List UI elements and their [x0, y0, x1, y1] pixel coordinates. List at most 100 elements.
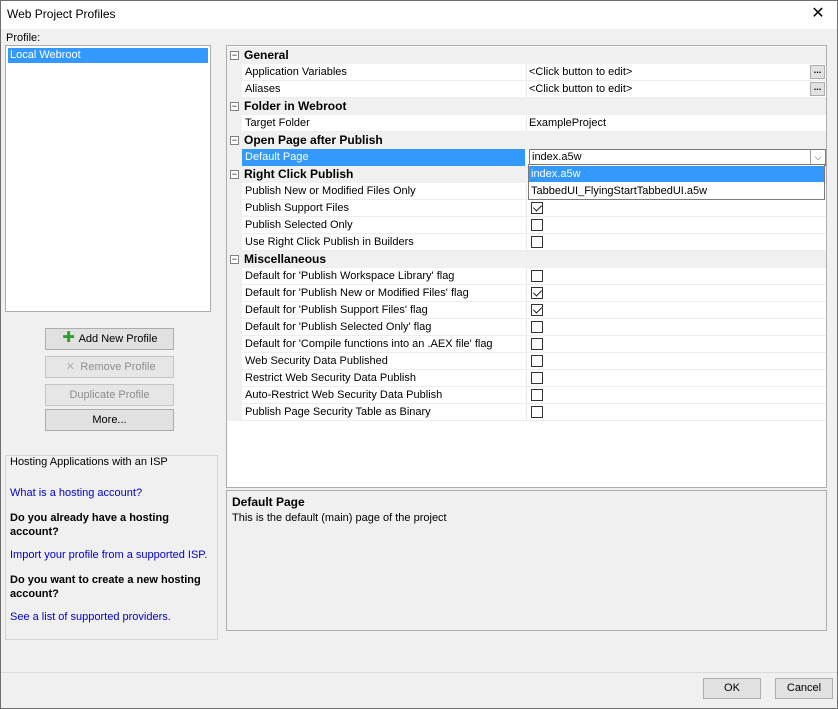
row-gutter — [227, 370, 242, 387]
prop-row-application-variables[interactable]: Application Variables <Click button to e… — [227, 64, 826, 81]
prop-name: Application Variables — [245, 66, 347, 78]
prop-name: Use Right Click Publish in Builders — [245, 236, 414, 248]
checkbox[interactable] — [531, 406, 543, 418]
ok-label: OK — [724, 682, 740, 694]
row-gutter — [227, 217, 242, 234]
collapse-icon[interactable]: − — [230, 102, 239, 111]
collapse-icon[interactable]: − — [230, 255, 239, 264]
prop-name: Default for 'Publish Support Files' flag — [245, 304, 428, 316]
category-label: Right Click Publish — [244, 167, 354, 181]
prop-row-misc-9[interactable]: Publish Page Security Table as Binary — [227, 404, 826, 421]
checkbox[interactable] — [531, 236, 543, 248]
ok-button[interactable]: OK — [703, 678, 761, 699]
ellipsis-button[interactable]: ... — [810, 82, 825, 96]
remove-profile-label: Remove Profile — [80, 361, 156, 373]
prop-name: Publish Page Security Table as Binary — [245, 406, 431, 418]
add-profile-label: Add New Profile — [78, 333, 158, 345]
chevron-down-icon[interactable]: ⌵ — [810, 150, 825, 165]
prop-row-aliases[interactable]: Aliases <Click button to edit> ... — [227, 81, 826, 98]
prop-row-publish-support[interactable]: Publish Support Files — [227, 200, 826, 217]
row-gutter — [227, 64, 242, 81]
hosting-account-link[interactable]: What is a hosting account? — [10, 487, 142, 499]
prop-row-misc-7[interactable]: Restrict Web Security Data Publish — [227, 370, 826, 387]
category-folder[interactable]: − Folder in Webroot — [227, 98, 826, 115]
hosting-question-existing: Do you already have a hosting account? — [10, 512, 169, 538]
column-divider — [526, 64, 527, 81]
cancel-label: Cancel — [786, 682, 822, 694]
prop-name: Web Security Data Published — [245, 355, 388, 367]
prop-name: Default for 'Publish Selected Only' flag — [245, 321, 432, 333]
row-gutter — [227, 149, 242, 166]
checkbox[interactable] — [531, 372, 543, 384]
close-icon[interactable]: ✕ — [807, 4, 829, 24]
prop-name-selected: Default Page — [242, 149, 525, 166]
column-divider — [526, 404, 527, 421]
prop-name: Target Folder — [245, 117, 310, 129]
checkbox[interactable] — [531, 287, 543, 299]
collapse-icon[interactable]: − — [230, 170, 239, 179]
prop-row-use-right-click[interactable]: Use Right Click Publish in Builders — [227, 234, 826, 251]
category-misc[interactable]: − Miscellaneous — [227, 251, 826, 268]
row-gutter — [227, 302, 242, 319]
prop-row-misc-5[interactable]: Default for 'Compile functions into an .… — [227, 336, 826, 353]
duplicate-profile-button[interactable]: Duplicate Profile — [45, 384, 174, 406]
ellipsis-button[interactable]: ... — [810, 65, 825, 79]
profile-list[interactable]: Local Webroot — [5, 45, 211, 312]
checkbox[interactable] — [531, 219, 543, 231]
cancel-button[interactable]: Cancel — [775, 678, 833, 699]
prop-value[interactable]: ExampleProject — [529, 117, 809, 132]
column-divider — [526, 115, 527, 132]
checkbox[interactable] — [531, 202, 543, 214]
import-profile-link[interactable]: Import your profile from a supported ISP… — [10, 549, 207, 561]
supported-providers-link[interactable]: See a list of supported providers. — [10, 611, 171, 623]
hosting-question-new: Do you want to create a new hosting acco… — [10, 574, 201, 600]
row-gutter — [227, 319, 242, 336]
prop-row-misc-2[interactable]: Default for 'Publish New or Modified Fil… — [227, 285, 826, 302]
column-divider — [526, 200, 527, 217]
remove-profile-button[interactable]: ✕ Remove Profile — [45, 356, 174, 378]
column-divider — [526, 336, 527, 353]
more-button[interactable]: More... — [45, 409, 174, 431]
checkbox[interactable] — [531, 389, 543, 401]
prop-row-misc-3[interactable]: Default for 'Publish Support Files' flag — [227, 302, 826, 319]
collapse-icon[interactable]: − — [230, 51, 239, 60]
category-general[interactable]: − General — [227, 47, 826, 64]
row-divider — [242, 420, 826, 421]
checkbox[interactable] — [531, 355, 543, 367]
row-gutter — [227, 387, 242, 404]
category-open-page[interactable]: − Open Page after Publish — [227, 132, 826, 149]
prop-name: Aliases — [245, 83, 281, 95]
row-gutter — [227, 234, 242, 251]
default-page-dropdown[interactable]: index.a5w TabbedUI_FlyingStartTabbedUI.a… — [528, 164, 825, 200]
dropdown-option[interactable]: index.a5w — [529, 166, 824, 182]
remove-icon: ✕ — [65, 361, 75, 373]
checkbox[interactable] — [531, 321, 543, 333]
row-gutter — [227, 404, 242, 421]
description-panel: Default Page This is the default (main) … — [226, 490, 827, 631]
column-divider — [526, 353, 527, 370]
row-gutter — [227, 268, 242, 285]
prop-row-misc-6[interactable]: Web Security Data Published — [227, 353, 826, 370]
description-title: Default Page — [232, 495, 305, 509]
window-title: Web Project Profiles — [7, 7, 116, 21]
checkbox[interactable] — [531, 338, 543, 350]
prop-row-misc-1[interactable]: Default for 'Publish Workspace Library' … — [227, 268, 826, 285]
row-gutter — [227, 115, 242, 132]
prop-name: Default for 'Publish New or Modified Fil… — [245, 287, 469, 299]
column-divider — [526, 81, 527, 98]
prop-row-misc-8[interactable]: Auto-Restrict Web Security Data Publish — [227, 387, 826, 404]
checkbox[interactable] — [531, 270, 543, 282]
add-profile-button[interactable]: ✚ Add New Profile — [45, 328, 174, 350]
collapse-icon[interactable]: − — [230, 136, 239, 145]
prop-row-publish-selected[interactable]: Publish Selected Only — [227, 217, 826, 234]
prop-name: Auto-Restrict Web Security Data Publish — [245, 389, 443, 401]
dropdown-option[interactable]: TabbedUI_FlyingStartTabbedUI.a5w — [529, 183, 824, 199]
prop-row-misc-4[interactable]: Default for 'Publish Selected Only' flag — [227, 319, 826, 336]
prop-row-target-folder[interactable]: Target Folder ExampleProject — [227, 115, 826, 132]
dialog-window: Web Project Profiles ✕ Profile: Local We… — [0, 0, 838, 709]
column-divider — [526, 217, 527, 234]
profile-item-local-webroot[interactable]: Local Webroot — [8, 48, 208, 63]
column-divider — [526, 387, 527, 404]
checkbox[interactable] — [531, 304, 543, 316]
category-label: Miscellaneous — [244, 252, 327, 266]
